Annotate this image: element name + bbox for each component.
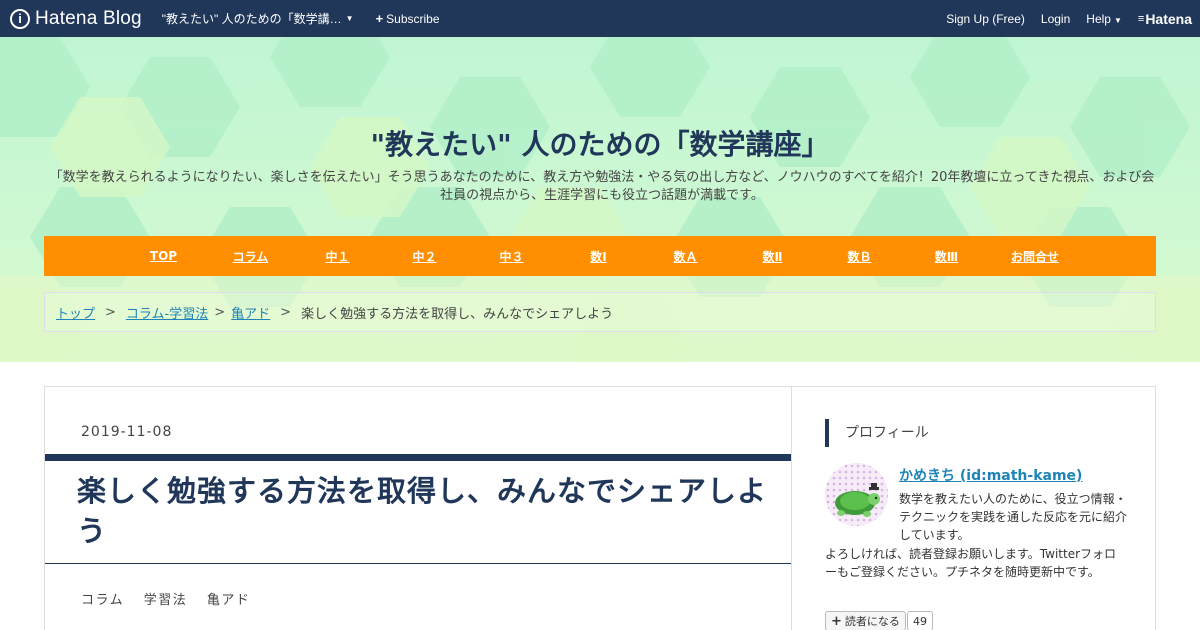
blog-description: 「数学を教えられるようになりたい、楽しさを伝えたい」そう思うあなたのために、教え… <box>49 170 1155 203</box>
profile-heading: プロフィール <box>825 419 929 447</box>
nav-item-math3[interactable]: 数Ⅲ <box>924 248 969 265</box>
plus-icon: + <box>375 11 384 26</box>
global-header: i Hatena Blog "教えたい" 人のための「数学講… ▼ + Subs… <box>0 0 1200 37</box>
category-tag[interactable]: 亀アド <box>207 593 251 608</box>
nav-item-chu1[interactable]: 中１ <box>315 248 360 265</box>
entry-categories: コラム 学習法 亀アド <box>81 589 264 608</box>
entry-date[interactable]: 2019-11-08 <box>81 424 172 440</box>
hatena-brand-link[interactable]: ≡ Hatena <box>1138 11 1192 27</box>
breadcrumb-current: 楽しく勉強する方法を取得し、みんなでシェアしよう <box>301 306 614 322</box>
caret-down-icon: ▼ <box>345 14 354 23</box>
nav-item-mathB[interactable]: 数Ｂ <box>837 248 882 265</box>
category-tag[interactable]: コラム <box>81 593 124 608</box>
breadcrumb-separator: > <box>280 304 292 320</box>
profile-extra: よろしければ、読者登録お願いします。Twitterフォローもご登録ください。プチ… <box>825 547 1117 579</box>
breadcrumb-separator: > <box>214 304 226 320</box>
breadcrumb-link-subcategory[interactable]: 亀アド <box>231 303 270 322</box>
nav-item-math2[interactable]: 数Ⅱ <box>750 248 795 265</box>
nav-item-chu2[interactable]: 中２ <box>402 248 447 265</box>
nav-item-mathA[interactable]: 数Ａ <box>663 248 708 265</box>
avatar[interactable] <box>825 463 888 526</box>
profile-bio: 数学を教えたい人のために、役立つ情報・テクニックを実践を通した反応を元に紹介して… <box>899 492 1128 542</box>
reader-count: 49 <box>907 611 933 630</box>
plus-icon: + <box>831 613 842 629</box>
nav-item-contact[interactable]: お問合せ <box>1011 248 1059 265</box>
breadcrumb-separator: > <box>105 304 116 320</box>
caret-down-icon: ▼ <box>1113 15 1122 25</box>
breadcrumb: トップ > コラム-学習法 > 亀アド > 楽しく勉強する方法を取得し、みんなで… <box>44 292 1156 332</box>
turtle-avatar-icon <box>825 463 888 526</box>
top-right-links: Sign Up (Free) Login Help ▼ ≡ Hatena <box>930 0 1200 37</box>
breadcrumb-link-top[interactable]: トップ <box>56 303 95 322</box>
help-label: Help <box>1086 11 1111 26</box>
profile-name[interactable]: かめきち (id:math-kame) <box>899 465 1082 485</box>
category-nav: TOP コラム 中１ 中２ 中３ 数Ⅰ 数Ａ 数Ⅱ 数Ｂ 数Ⅲ お問合せ <box>44 236 1156 276</box>
hatena-blog-logo[interactable]: i Hatena Blog <box>10 0 142 37</box>
main-content: 2019-11-08 楽しく勉強する方法を取得し、みんなでシェアしよう コラム … <box>44 386 1156 630</box>
subscribe-reader-button[interactable]: + 読者になる <box>825 611 906 630</box>
signup-link[interactable]: Sign Up (Free) <box>946 12 1025 26</box>
hatena-mark-icon: ≡ <box>1137 12 1145 25</box>
blog-selector-label: "教えたい" 人のための「数学講… <box>161 12 342 26</box>
logo-text: Hatena Blog <box>35 7 142 29</box>
nav-item-top[interactable]: TOP <box>141 249 186 263</box>
reader-button-label: 読者になる <box>844 615 900 628</box>
blog-selector[interactable]: "教えたい" 人のための「数学講… ▼ <box>162 10 354 27</box>
help-menu[interactable]: Help ▼ <box>1086 12 1122 26</box>
entry-title[interactable]: 楽しく勉強する方法を取得し、みんなでシェアしよう <box>77 471 777 551</box>
nav-item-math1[interactable]: 数Ⅰ <box>576 248 621 265</box>
category-tag[interactable]: 学習法 <box>144 593 188 608</box>
hatena-logo-icon: i <box>10 8 30 29</box>
login-link[interactable]: Login <box>1041 12 1070 26</box>
title-divider <box>45 454 791 461</box>
subscribe-button[interactable]: + Subscribe <box>376 11 440 26</box>
subscribe-label: Subscribe <box>386 11 440 26</box>
nav-item-column[interactable]: コラム <box>228 248 273 265</box>
entry: 2019-11-08 楽しく勉強する方法を取得し、みんなでシェアしよう コラム … <box>45 387 792 630</box>
breadcrumb-link-category[interactable]: コラム-学習法 <box>126 303 208 322</box>
hatena-brand-text: Hatena <box>1145 10 1192 27</box>
blog-title[interactable]: "教えたい" 人のための「数学講座」 <box>0 123 1200 163</box>
title-underline <box>45 563 791 564</box>
sidebar: プロフィール かめきち (id:math-kame) 数学を教えたい人のために、… <box>793 387 1155 630</box>
nav-item-chu3[interactable]: 中３ <box>489 248 534 265</box>
